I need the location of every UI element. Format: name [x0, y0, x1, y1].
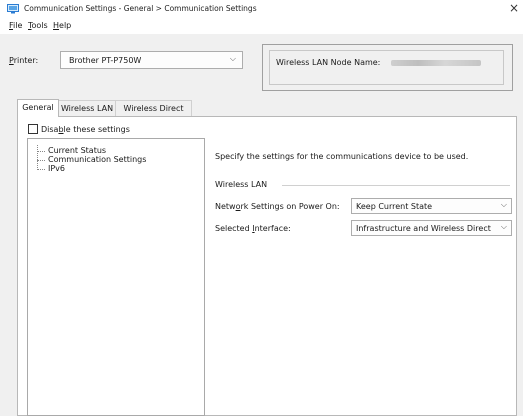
printer-select[interactable]: Brother PT-P750W ⌵ — [60, 51, 243, 69]
menu-tools[interactable]: Tools — [28, 21, 48, 30]
selected-interface-select[interactable]: Infrastructure and Wireless Direct ⌵ — [351, 220, 512, 236]
printer-selected-value: Brother PT-P750W — [69, 56, 142, 65]
window-title: Communication Settings - General > Commu… — [24, 4, 257, 13]
selected-interface-value: Infrastructure and Wireless Direct — [356, 224, 491, 233]
node-name-panel: Wireless LAN Node Name: — [262, 44, 513, 91]
menu-bar — [0, 18, 523, 34]
node-name-label: Wireless LAN Node Name: — [276, 58, 381, 67]
tab-wireless-direct[interactable]: Wireless Direct — [116, 100, 192, 116]
chevron-down-icon: ⌵ — [500, 222, 507, 231]
chevron-down-icon: ⌵ — [500, 200, 507, 209]
tab-general[interactable]: General — [17, 99, 59, 117]
tree-connector — [37, 145, 38, 170]
settings-description: Specify the settings for the communicati… — [215, 152, 469, 161]
close-button[interactable]: × — [506, 1, 522, 16]
wireless-lan-heading: Wireless LAN — [215, 180, 268, 189]
selected-interface-label: Selected Interface: — [215, 224, 291, 233]
disable-settings-label[interactable]: Disable these settings — [41, 125, 130, 134]
tree-item-current-status[interactable]: Current Status — [48, 146, 106, 155]
network-settings-power-on-select[interactable]: Keep Current State ⌵ — [351, 198, 512, 214]
node-name-redacted-value — [391, 60, 481, 66]
tree-item-ipv6[interactable]: IPv6 — [48, 164, 65, 173]
tree-connector — [37, 160, 45, 161]
app-icon — [7, 4, 19, 14]
tree-item-communication-settings[interactable]: Communication Settings — [48, 155, 146, 164]
disable-settings-checkbox[interactable] — [28, 124, 38, 134]
network-settings-power-on-label: Network Settings on Power On: — [215, 202, 340, 211]
settings-tree: Current Status Communication Settings IP… — [27, 138, 205, 416]
menu-help[interactable]: Help — [53, 21, 71, 30]
tree-connector — [37, 169, 45, 170]
menu-file[interactable]: File — [9, 21, 22, 30]
printer-label: Printer: — [9, 56, 39, 65]
tab-wireless-lan[interactable]: Wireless LAN — [59, 100, 116, 116]
network-settings-power-on-value: Keep Current State — [356, 202, 433, 211]
tree-connector — [37, 151, 45, 152]
node-name-frame: Wireless LAN Node Name: — [269, 50, 504, 85]
section-divider — [282, 185, 510, 186]
chevron-down-icon: ⌵ — [229, 54, 236, 63]
